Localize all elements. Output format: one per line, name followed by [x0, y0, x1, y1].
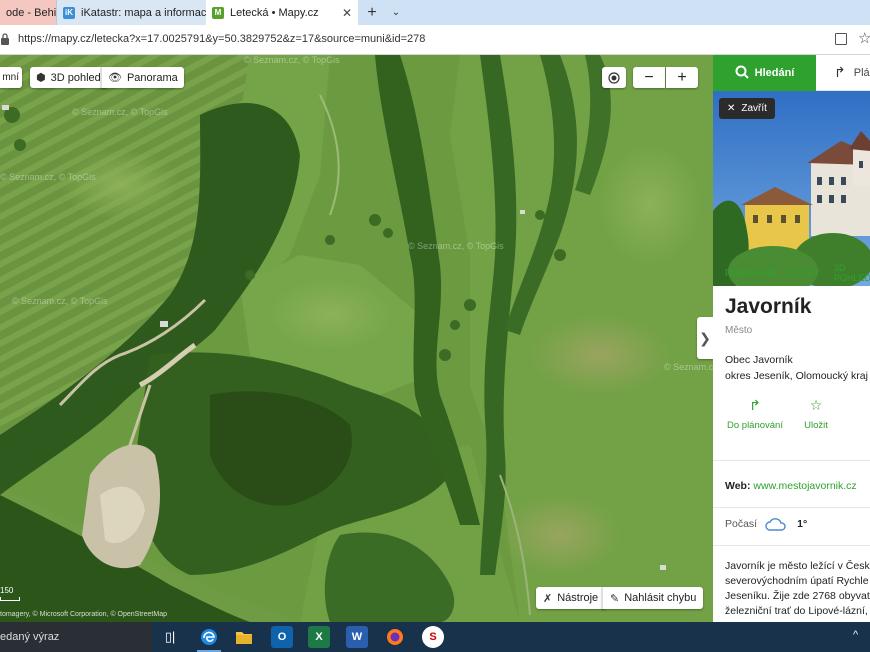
- windows-taskbar: edaný výraz ▯| O X W S ^: [0, 622, 870, 652]
- search-icon: [735, 65, 749, 82]
- edge-browser-icon[interactable]: [198, 626, 220, 648]
- place-info-text: severovýchodním úpatí Rychle: [725, 575, 869, 587]
- route-arrow-icon: ↱: [834, 64, 846, 80]
- mapy-favicon-icon: M: [212, 6, 224, 19]
- weather-row[interactable]: Počasí 1°: [725, 517, 807, 531]
- place-info-text: železniční trať do Lipové-lázní,: [725, 605, 868, 617]
- panorama-button[interactable]: 👁 Panorama: [101, 67, 184, 88]
- pencil-icon: ✎: [610, 592, 620, 605]
- report-error-label: Nahlásit chybu: [624, 592, 697, 604]
- web-link[interactable]: www.mestojavornik.cz: [753, 480, 856, 492]
- tab-3d-view[interactable]: 3D POHLED: [834, 263, 870, 283]
- search-tab-label: Hledání: [754, 67, 795, 79]
- cloud-icon: [765, 518, 786, 531]
- place-info-text: Javorník je město ležící v Česk: [725, 560, 870, 572]
- place-info-text: Jeseníku. Žije zde 2768 obyvat: [725, 590, 870, 602]
- map-watermark: © Seznam.cz, © TopGis: [408, 241, 504, 251]
- tab-behin[interactable]: ode - Behin: [0, 0, 56, 25]
- panel-collapse-chevron-icon[interactable]: ❯: [697, 317, 713, 359]
- scale-bar: [0, 597, 20, 601]
- tab-title: iKatastr: mapa a informace z: [81, 6, 206, 19]
- place-district: okres Jeseník, Olomoucký kraj: [725, 370, 868, 382]
- place-municipality: Obec Javorník: [725, 354, 793, 366]
- excel-icon[interactable]: X: [308, 626, 330, 648]
- map-copyright: tomagery, © Microsoft Corporation, © Ope…: [0, 611, 167, 618]
- report-error-button[interactable]: ✎ Nahlásit chybu: [602, 587, 704, 609]
- tab-mapy[interactable]: M Letecká • Mapy.cz ✕: [206, 0, 358, 25]
- plan-route-button[interactable]: ↱ Do plánování: [725, 397, 785, 432]
- map-watermark: © Seznam.cz, © TopGis: [244, 55, 340, 65]
- web-label: Web:: [725, 480, 751, 492]
- map-watermark: © Seznam.cz, © TopGis: [72, 107, 168, 117]
- place-type: Město: [725, 325, 753, 336]
- browser-tab-strip: ode - Behin iK iKatastr: mapa a informac…: [0, 0, 870, 25]
- eye-icon: 👁: [108, 72, 122, 84]
- place-detail-panel: Hledání ↱ Plán ✕: [713, 55, 870, 622]
- ikatastr-favicon-icon: iK: [63, 6, 75, 19]
- divider: [713, 545, 870, 546]
- file-explorer-icon[interactable]: [233, 626, 255, 648]
- seznam-browser-icon[interactable]: S: [422, 626, 444, 648]
- place-title: Javorník: [725, 295, 812, 318]
- zoom-out-button[interactable]: −: [633, 67, 665, 88]
- close-button[interactable]: ✕ Zavřít: [719, 98, 775, 119]
- map-watermark: © Seznam.cz, © TopGis: [664, 362, 713, 372]
- tab-list-chevron-icon[interactable]: ⌄: [387, 3, 405, 22]
- view-3d-button[interactable]: ⬢ 3D pohled: [30, 67, 107, 88]
- target-icon: [608, 71, 620, 84]
- firefox-icon[interactable]: [384, 626, 406, 648]
- cube-icon: ⬢: [36, 72, 46, 84]
- divider: [713, 507, 870, 508]
- word-icon[interactable]: W: [346, 626, 368, 648]
- aerial-imagery: [0, 55, 713, 622]
- locate-me-button[interactable]: [602, 67, 626, 88]
- tab-panorama[interactable]: PANORAMA: [725, 268, 776, 278]
- wrench-icon: ✗: [543, 592, 553, 605]
- map-layer-button[interactable]: mní: [0, 67, 22, 88]
- search-tab[interactable]: Hledání: [713, 55, 816, 91]
- plan-tab-label: Plán: [853, 66, 870, 79]
- route-arrow-icon: ↱: [749, 397, 761, 413]
- weather-temperature: 1°: [797, 518, 808, 530]
- weather-label: Počasí: [725, 518, 758, 530]
- map-watermark: © Seznam.cz, © TopGis: [0, 172, 96, 182]
- taskbar-search-input[interactable]: edaný výraz: [0, 622, 152, 652]
- save-button[interactable]: ☆ Uložit: [786, 397, 846, 432]
- address-bar: https://mapy.cz/letecka?x=17.0025791&y=5…: [0, 25, 870, 55]
- plan-tab[interactable]: ↱ Plán: [816, 55, 870, 91]
- close-icon: ✕: [727, 103, 736, 114]
- close-tab-icon[interactable]: ✕: [336, 6, 352, 20]
- new-tab-button[interactable]: +: [362, 3, 382, 22]
- media-tabs: PANORAMA FOTKY 3D POHLED: [713, 262, 870, 284]
- zoom-in-button[interactable]: +: [666, 67, 698, 88]
- lock-icon: [1, 33, 9, 45]
- outlook-icon[interactable]: O: [271, 626, 293, 648]
- save-label: Uložit: [804, 420, 828, 431]
- close-label: Zavřít: [741, 103, 767, 114]
- map-watermark: © Seznam.cz, © TopGis: [12, 296, 108, 306]
- tray-chevron-icon[interactable]: ^: [853, 629, 858, 641]
- scale-label: 150: [0, 586, 14, 595]
- view-3d-label: 3D pohled: [50, 71, 101, 84]
- tab-title: Letecká • Mapy.cz: [230, 6, 319, 19]
- plan-route-label: Do plánování: [727, 420, 783, 431]
- tab-ikatastr[interactable]: iK iKatastr: mapa a informace z: [56, 0, 206, 25]
- tab-title: ode - Behin: [6, 6, 56, 19]
- tools-label: Nástroje: [557, 592, 599, 604]
- tab-photos[interactable]: FOTKY: [790, 268, 820, 278]
- panorama-label: Panorama: [126, 71, 178, 84]
- divider: [713, 460, 870, 461]
- tools-button[interactable]: ✗ Nástroje: [536, 587, 606, 609]
- url-field[interactable]: https://mapy.cz/letecka?x=17.0025791&y=5…: [18, 33, 425, 45]
- favorite-star-icon[interactable]: ☆: [858, 29, 870, 47]
- task-view-icon[interactable]: ▯|: [159, 626, 181, 648]
- web-row: Web: www.mestojavornik.cz: [725, 480, 857, 492]
- star-icon: ☆: [809, 397, 823, 413]
- share-button[interactable]: ⎘ S: [847, 399, 870, 432]
- reader-view-icon[interactable]: [835, 33, 847, 45]
- aerial-map[interactable]: © Seznam.cz, © TopGis © Seznam.cz, © Top…: [0, 55, 713, 622]
